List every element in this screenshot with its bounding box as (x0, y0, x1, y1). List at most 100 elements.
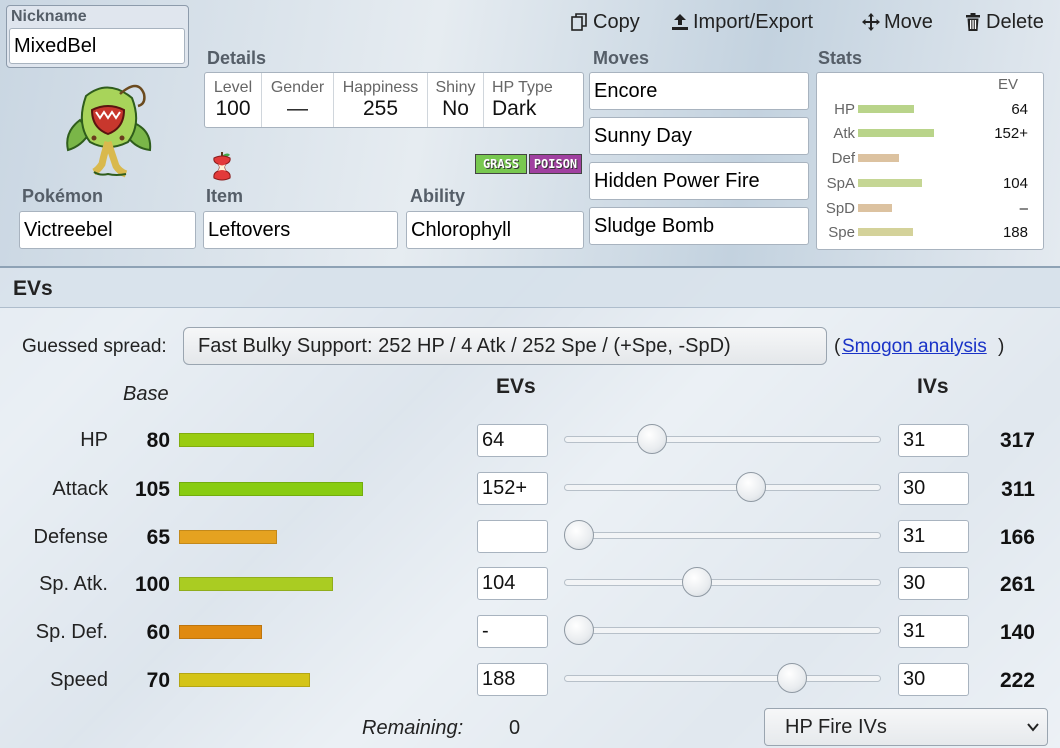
copy-label: Copy (593, 10, 640, 33)
base-stat-bar-speed (179, 673, 310, 687)
iv-input-speed[interactable]: 30 (898, 663, 969, 696)
ev-slider-thumb-hp[interactable] (637, 424, 667, 454)
ev-input-defense[interactable] (477, 520, 548, 553)
ev-slider-thumb-speed[interactable] (777, 663, 807, 693)
ev-input-sp-atk[interactable]: 104 (477, 567, 548, 600)
ev-row-label-sp-def: Sp. Def. (35, 621, 108, 643)
iv-input-defense[interactable]: 31 (898, 520, 969, 553)
move-2-input[interactable]: Sunny Day (589, 117, 809, 155)
stat-total-attack: 311 (1001, 478, 1035, 501)
guessed-spread-button[interactable]: Fast Bulky Support: 252 HP / 4 Atk / 252… (183, 327, 827, 365)
item-label: Item (206, 186, 244, 206)
ev-input-hp[interactable]: 64 (477, 424, 548, 457)
gender-field: Gender — (262, 73, 334, 127)
ev-slider-thumb-sp-def[interactable] (564, 615, 594, 645)
item-input[interactable]: Leftovers (203, 211, 398, 249)
ev-slider-speed[interactable] (564, 675, 881, 682)
iv-input-sp-def[interactable]: 31 (898, 615, 969, 648)
ev-slider-sp-def[interactable] (564, 627, 881, 634)
ev-row-label-sp-atk: Sp. Atk. (39, 573, 108, 595)
happiness-field: Happiness 255 (334, 73, 428, 127)
stat-name: SpD (825, 200, 855, 217)
pokemon-input[interactable]: Victreebel (19, 211, 196, 249)
ev-slider-thumb-attack[interactable] (736, 472, 766, 502)
ability-input[interactable]: Chlorophyll (406, 211, 584, 249)
stat-ev: 64 (1011, 101, 1028, 118)
hp-type-label: HP Type (492, 79, 553, 96)
base-stat-defense: 65 (146, 526, 170, 549)
leftovers-item-icon (210, 150, 234, 182)
copy-icon (571, 13, 587, 31)
base-stat-sp-def: 60 (146, 621, 170, 644)
ev-slider-hp[interactable] (564, 436, 881, 443)
shiny-value: No (442, 97, 469, 120)
stat-row-def: Def (817, 149, 1043, 169)
ev-slider-sp-atk[interactable] (564, 579, 881, 586)
ev-slider-thumb-sp-atk[interactable] (682, 567, 712, 597)
stats-panel[interactable]: EV HP 64 Atk 152+ Def SpA 104 SpD – Spe … (816, 72, 1044, 250)
move-3-input[interactable]: Hidden Power Fire (589, 162, 809, 200)
happiness-label: Happiness (342, 79, 419, 96)
details-label: Details (207, 48, 267, 68)
stat-total-speed: 222 (999, 669, 1035, 692)
stat-name: Atk (833, 125, 855, 142)
stat-name: HP (834, 101, 855, 118)
ev-row-label-attack: Attack (52, 478, 108, 500)
moves-label: Moves (593, 48, 650, 68)
nickname-input[interactable]: MixedBel (9, 28, 185, 64)
level-label: Level (213, 79, 253, 96)
pokemon-label: Pokémon (22, 186, 104, 206)
move-4-input[interactable]: Sludge Bomb (589, 207, 809, 245)
shiny-field: Shiny No (428, 73, 484, 127)
move-1-input[interactable]: Encore (589, 72, 809, 110)
nickname-label: Nickname (11, 8, 87, 25)
stats-label: Stats (818, 48, 863, 68)
pokemon-sprite (58, 80, 158, 178)
move-button[interactable]: Move (861, 8, 933, 36)
ev-slider-thumb-defense[interactable] (564, 520, 594, 550)
details-panel[interactable]: Level 100 Gender — Happiness 255 Shiny N… (204, 72, 584, 128)
base-stat-bar-attack (179, 482, 363, 496)
ev-row-label-defense: Defense (33, 526, 109, 548)
chevron-down-icon (1027, 723, 1039, 732)
base-stat-hp: 80 (146, 429, 170, 452)
evs-column-header: EVs (496, 375, 536, 398)
iv-preset-select[interactable]: HP Fire IVs (764, 708, 1048, 746)
ivs-column-header: IVs (917, 375, 949, 398)
stat-row-spe: Spe 188 (817, 223, 1043, 243)
stat-total-sp-def: 140 (999, 621, 1035, 644)
ev-input-attack[interactable]: 152+ (477, 472, 548, 505)
nickname-group: Nickname MixedBel (6, 5, 189, 68)
ev-slider-attack[interactable] (564, 484, 881, 491)
stat-total-sp-atk: 261 (999, 573, 1035, 596)
hp-type-field: HP Type Dark (484, 73, 583, 127)
copy-button[interactable]: Copy (570, 8, 640, 36)
upload-icon (672, 14, 688, 30)
stat-bar (858, 105, 914, 113)
iv-input-attack[interactable]: 30 (898, 472, 969, 505)
ev-slider-defense[interactable] (564, 532, 881, 539)
base-stat-speed: 70 (146, 669, 170, 692)
ev-input-speed[interactable]: 188 (477, 663, 548, 696)
stat-bar (858, 204, 892, 212)
base-header: Base (123, 383, 169, 405)
type-badge-poison: POISON (529, 154, 582, 174)
stat-total-defense: 166 (999, 526, 1035, 549)
stat-bar (858, 154, 899, 162)
ev-row-label-hp: HP (80, 429, 108, 451)
type-badge-grass: GRASS (475, 154, 527, 174)
stat-ev: – (1019, 200, 1028, 217)
delete-button[interactable]: Delete (963, 8, 1044, 36)
iv-input-sp-atk[interactable]: 30 (898, 567, 969, 600)
guessed-spread-label: Guessed spread: (22, 336, 167, 357)
import-export-button[interactable]: Import/Export (670, 8, 813, 36)
evs-title: EVs (13, 277, 53, 300)
base-stat-bar-defense (179, 530, 277, 544)
iv-input-hp[interactable]: 31 (898, 424, 969, 457)
smogon-analysis-link[interactable]: Smogon analysis (842, 336, 987, 358)
stat-bar (858, 129, 934, 137)
gender-label: Gender (270, 79, 325, 96)
ev-input-sp-def[interactable]: - (477, 615, 548, 648)
stat-name: Spe (828, 224, 855, 241)
stat-name: Def (831, 150, 855, 167)
